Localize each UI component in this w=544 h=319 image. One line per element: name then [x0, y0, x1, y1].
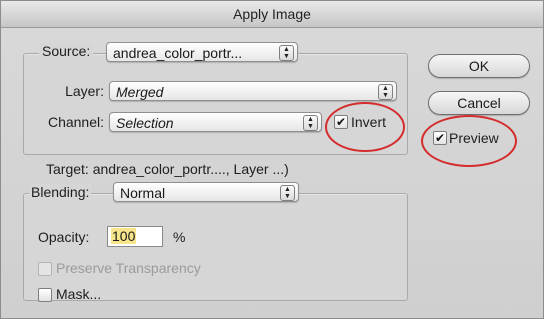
select-arrows-icon: ▲ ▼: [378, 84, 393, 100]
select-arrows-icon: ▲ ▼: [303, 115, 318, 131]
source-select[interactable]: andrea_color_portr... ▲ ▼: [106, 42, 298, 62]
dialog-title: Apply Image: [1, 1, 543, 28]
blending-group: [23, 193, 408, 301]
opacity-value: 100: [111, 228, 137, 244]
source-label: Source:: [39, 43, 94, 59]
mask-label: Mask...: [56, 286, 102, 302]
preview-label: Preview: [449, 130, 499, 146]
opacity-input[interactable]: 100: [107, 226, 163, 247]
apply-image-dialog: Apply Image Source: andrea_color_portr..…: [0, 0, 544, 319]
opacity-unit: %: [173, 229, 186, 245]
layer-select[interactable]: Merged ▲ ▼: [109, 81, 397, 101]
channel-label: Channel:: [47, 114, 104, 130]
mask-checkbox[interactable]: [38, 288, 52, 302]
ok-button[interactable]: OK: [428, 54, 530, 78]
preserve-transparency-checkbox[interactable]: [38, 262, 52, 276]
source-group: [23, 53, 408, 155]
blending-select-value: Normal: [120, 185, 166, 201]
blending-label: Blending:: [29, 184, 92, 200]
checkmark-icon: ✔: [434, 131, 446, 145]
cancel-button[interactable]: Cancel: [428, 91, 530, 115]
blending-select[interactable]: Normal ▲ ▼: [113, 182, 299, 202]
opacity-label: Opacity:: [38, 229, 90, 245]
select-arrows-icon: ▲ ▼: [279, 45, 294, 61]
channel-select[interactable]: Selection ▲ ▼: [109, 112, 322, 132]
checkmark-icon: ✔: [335, 115, 347, 129]
invert-checkbox[interactable]: ✔: [334, 115, 348, 129]
preserve-transparency-label: Preserve Transparency: [56, 260, 201, 276]
source-select-value: andrea_color_portr...: [113, 45, 243, 61]
layer-label: Layer:: [65, 83, 104, 99]
invert-label: Invert: [351, 114, 387, 130]
preview-checkbox[interactable]: ✔: [433, 131, 447, 145]
select-arrows-icon: ▲ ▼: [280, 185, 295, 201]
channel-select-value: Selection: [116, 115, 174, 131]
layer-select-value: Merged: [116, 84, 164, 100]
target-text: Target: andrea_color_portr...., Layer ..…: [46, 161, 289, 177]
